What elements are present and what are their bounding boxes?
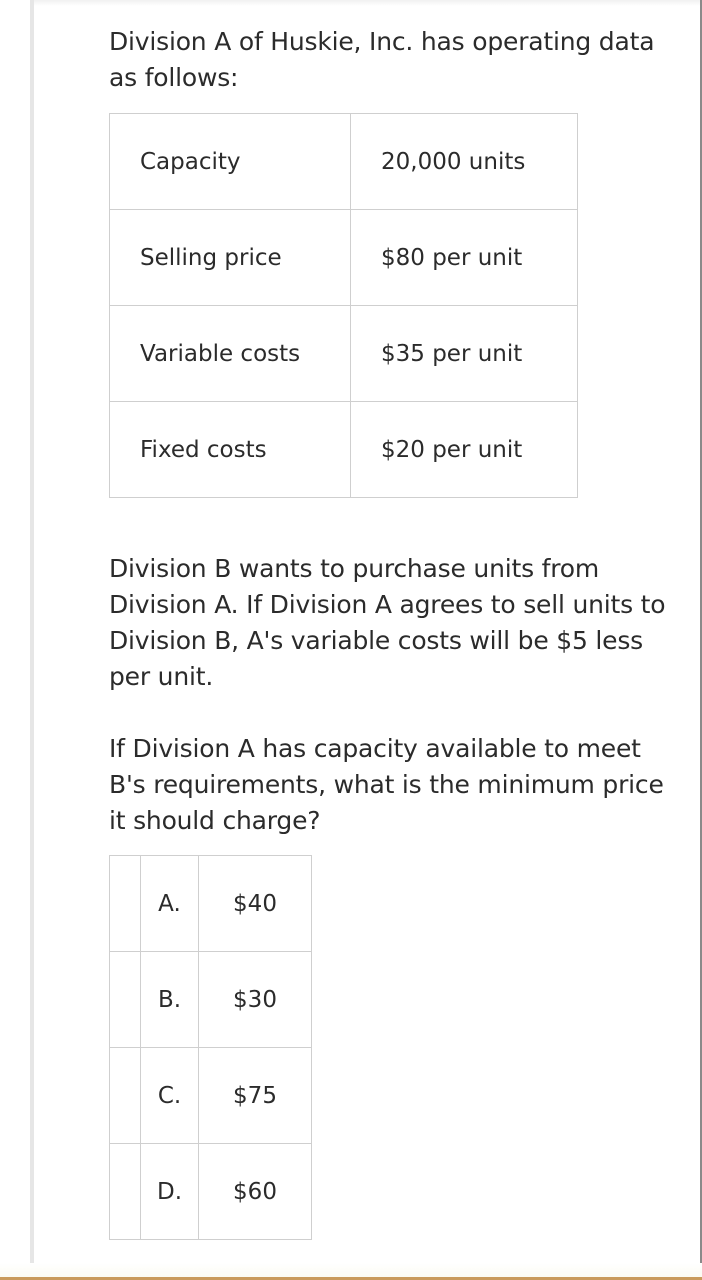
option-letter: B. <box>140 951 199 1048</box>
top-shade <box>34 0 700 6</box>
row-label: Variable costs <box>109 305 351 402</box>
row-value: $80 per unit <box>350 209 578 306</box>
option-text: $40 <box>198 855 312 952</box>
option-selector-cell[interactable] <box>109 855 141 952</box>
question-intro: Division A of Huskie, Inc. has operating… <box>109 27 655 92</box>
option-letter: C. <box>140 1047 199 1144</box>
operating-data-table: Capacity 20,000 units Selling price $80 … <box>109 113 578 498</box>
option-selector-cell[interactable] <box>109 1047 141 1144</box>
table-row: Fixed costs $20 per unit <box>109 401 578 498</box>
table-row: Selling price $80 per unit <box>109 209 578 306</box>
table-row: Capacity 20,000 units <box>109 113 578 210</box>
option-selector-cell[interactable] <box>109 1143 141 1240</box>
scenario-paragraph: Division B wants to purchase units from … <box>109 554 666 691</box>
row-label: Capacity <box>109 113 351 210</box>
option-selector-cell[interactable] <box>109 951 141 1048</box>
table-row: Variable costs $35 per unit <box>109 305 578 402</box>
option-letter: A. <box>140 855 199 952</box>
row-value: $35 per unit <box>350 305 578 402</box>
option-text: $30 <box>198 951 312 1048</box>
row-label: Selling price <box>109 209 351 306</box>
left-border-rule <box>30 0 34 1278</box>
row-label: Fixed costs <box>109 401 351 498</box>
answer-option-c[interactable]: C. $75 <box>109 1047 312 1144</box>
option-text: $60 <box>198 1143 312 1240</box>
option-letter: D. <box>140 1143 199 1240</box>
answer-option-b[interactable]: B. $30 <box>109 951 312 1048</box>
option-text: $75 <box>198 1047 312 1144</box>
bottom-fade <box>0 1263 702 1277</box>
answer-option-d[interactable]: D. $60 <box>109 1143 312 1240</box>
row-value: $20 per unit <box>350 401 578 498</box>
answer-option-a[interactable]: A. $40 <box>109 855 312 952</box>
question-prompt: If Division A has capacity available to … <box>109 734 664 835</box>
page-frame: Division A of Huskie, Inc. has operating… <box>0 0 702 1280</box>
answer-options-table: A. $40 B. $30 C. $75 D. $60 <box>109 855 312 1240</box>
row-value: 20,000 units <box>350 113 578 210</box>
